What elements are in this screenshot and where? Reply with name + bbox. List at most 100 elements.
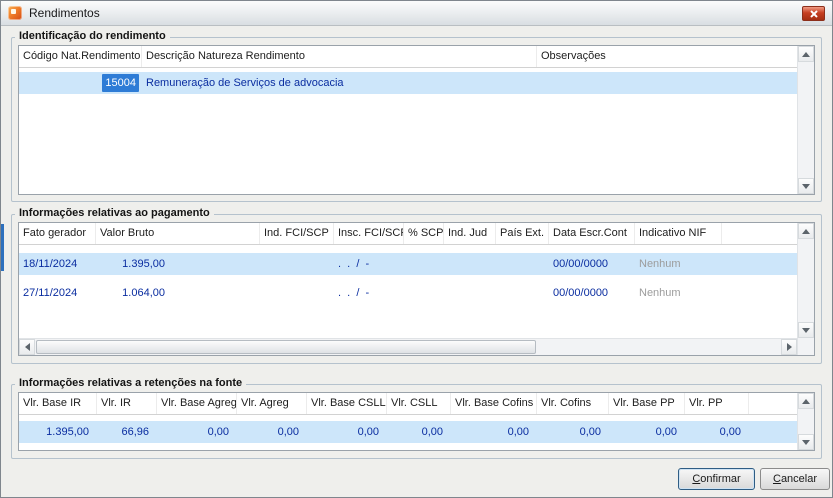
cancel-button[interactable]: Cancelar xyxy=(760,468,830,490)
cell-fato-gerador[interactable]: 27/11/2024 xyxy=(19,282,96,304)
scroll-right-button[interactable] xyxy=(781,339,797,355)
retencoes-grid: Vlr. Base IR Vlr. IR Vlr. Base Agreg Vlr… xyxy=(18,392,815,451)
triangle-right-icon xyxy=(786,343,792,351)
cell-filler xyxy=(722,282,730,304)
cell-vlr-base-csll[interactable]: 0,00 xyxy=(307,421,387,443)
cell-indicativo-nif[interactable]: Nenhum xyxy=(635,282,722,304)
retencoes-row-1[interactable]: 1.395,00 66,96 0,00 0,00 0,00 0,00 0,00 … xyxy=(19,421,814,443)
column-header-vlr-ir[interactable]: Vlr. IR xyxy=(97,393,157,414)
close-button[interactable] xyxy=(802,6,825,21)
cell-vlr-csll[interactable]: 0,00 xyxy=(387,421,451,443)
selected-cell-value[interactable]: 15004 xyxy=(102,74,139,92)
confirm-button-label: Confirmar xyxy=(692,473,741,485)
column-header-vlr-base-pp[interactable]: Vlr. Base PP xyxy=(609,393,685,414)
column-header-vlr-pp[interactable]: Vlr. PP xyxy=(685,393,749,414)
column-header-vlr-agreg[interactable]: Vlr. Agreg xyxy=(237,393,307,414)
identificacao-grid: Código Nat.Rendimento Descrição Natureza… xyxy=(18,45,815,195)
scroll-down-button[interactable] xyxy=(798,434,814,450)
cell-vlr-base-cofins[interactable]: 0,00 xyxy=(451,421,537,443)
pagamento-row-2[interactable]: 27/11/2024 1.064,00 . . / - 00/00/0000 N… xyxy=(19,282,814,304)
titlebar[interactable]: Rendimentos xyxy=(1,1,832,26)
column-header-vlr-base-ir[interactable]: Vlr. Base IR xyxy=(19,393,97,414)
triangle-up-icon xyxy=(802,228,810,234)
confirm-button[interactable]: Confirmar xyxy=(678,468,755,490)
cell-ind-jud[interactable] xyxy=(444,282,496,304)
column-header-fato-gerador[interactable]: Fato gerador xyxy=(19,223,96,244)
cell-ind-fci-scp[interactable] xyxy=(260,282,334,304)
column-header-valor-bruto[interactable]: Valor Bruto xyxy=(96,223,260,244)
scroll-up-button[interactable] xyxy=(798,46,814,62)
horizontal-scrollbar[interactable] xyxy=(19,338,797,355)
app-icon[interactable] xyxy=(8,6,22,20)
cell-pais-ext[interactable] xyxy=(496,253,549,275)
horizontal-scroll-thumb[interactable] xyxy=(36,340,536,354)
cell-pais-ext[interactable] xyxy=(496,282,549,304)
cell-vlr-cofins[interactable]: 0,00 xyxy=(537,421,609,443)
cell-data-escr-cont[interactable]: 00/00/0000 xyxy=(549,282,635,304)
column-header-vlr-base-agreg[interactable]: Vlr. Base Agreg xyxy=(157,393,237,414)
vertical-scrollbar[interactable] xyxy=(797,223,814,338)
pagamento-header-row: Fato gerador Valor Bruto Ind. FCI/SCP In… xyxy=(19,223,814,245)
vertical-scrollbar[interactable] xyxy=(797,393,814,450)
pagamento-row-1[interactable]: 18/11/2024 1.395,00 . . / - 00/00/0000 N… xyxy=(19,253,814,275)
column-header-insc-fci-scp[interactable]: Insc. FCI/SCP xyxy=(334,223,404,244)
cancel-button-label: Cancelar xyxy=(772,473,818,485)
cell-observacoes[interactable] xyxy=(537,72,814,94)
triangle-down-icon xyxy=(802,327,810,333)
column-header-vlr-cofins[interactable]: Vlr. Cofins xyxy=(537,393,609,414)
cell-insc-fci-scp[interactable]: . . / - xyxy=(334,282,404,304)
cell-vlr-ir[interactable]: 66,96 xyxy=(97,421,157,443)
scroll-up-button[interactable] xyxy=(798,393,814,409)
cell-codigo[interactable]: 15004 xyxy=(19,72,142,94)
scroll-left-button[interactable] xyxy=(19,339,35,355)
identificacao-row-1[interactable]: 15004 Remuneração de Serviços de advocac… xyxy=(19,72,814,94)
group-pagamento-title: Informações relativas ao pagamento xyxy=(15,207,214,219)
identificacao-header-row: Código Nat.Rendimento Descrição Natureza… xyxy=(19,46,814,68)
group-retencoes-title: Informações relativas a retenções na fon… xyxy=(15,377,247,389)
cell-ind-jud[interactable] xyxy=(444,253,496,275)
triangle-down-icon xyxy=(802,183,810,189)
cell-valor-bruto[interactable]: 1.395,00 xyxy=(96,253,260,275)
column-header-vlr-base-cofins[interactable]: Vlr. Base Cofins xyxy=(451,393,537,414)
column-header-pais-ext[interactable]: País Ext. xyxy=(496,223,549,244)
rendimentos-dialog: Rendimentos Identificação do rendimento … xyxy=(0,0,833,498)
triangle-up-icon xyxy=(802,398,810,404)
column-header-data-escr-cont[interactable]: Data Escr.Cont xyxy=(549,223,635,244)
triangle-down-icon xyxy=(802,439,810,445)
column-header-vlr-csll[interactable]: Vlr. CSLL xyxy=(387,393,451,414)
window-title: Rendimentos xyxy=(29,6,100,20)
column-header-descricao-natureza-rendimento[interactable]: Descrição Natureza Rendimento xyxy=(142,46,537,67)
cell-fato-gerador[interactable]: 18/11/2024 xyxy=(19,253,96,275)
scroll-down-button[interactable] xyxy=(798,322,814,338)
scroll-up-button[interactable] xyxy=(798,223,814,239)
cell-data-escr-cont[interactable]: 00/00/0000 xyxy=(549,253,635,275)
group-identificacao-title: Identificação do rendimento xyxy=(15,30,170,42)
column-header-vlr-base-csll[interactable]: Vlr. Base CSLL xyxy=(307,393,387,414)
cell-vlr-base-ir[interactable]: 1.395,00 xyxy=(19,421,97,443)
cell-indicativo-nif[interactable]: Nenhum xyxy=(635,253,722,275)
cell-vlr-base-agreg[interactable]: 0,00 xyxy=(157,421,237,443)
column-header-ind-fci-scp[interactable]: Ind. FCI/SCP xyxy=(260,223,334,244)
cell-filler xyxy=(749,421,757,443)
vertical-scrollbar[interactable] xyxy=(797,46,814,194)
cell-vlr-base-pp[interactable]: 0,00 xyxy=(609,421,685,443)
cell-pct-scp[interactable] xyxy=(404,253,444,275)
column-header-codigo-nat-rendimento[interactable]: Código Nat.Rendimento xyxy=(19,46,142,67)
cell-pct-scp[interactable] xyxy=(404,282,444,304)
close-icon xyxy=(803,7,824,20)
column-header-observacoes[interactable]: Observações xyxy=(537,46,814,67)
scroll-down-button[interactable] xyxy=(798,178,814,194)
cell-vlr-agreg[interactable]: 0,00 xyxy=(237,421,307,443)
cell-insc-fci-scp[interactable]: . . / - xyxy=(334,253,404,275)
cell-valor-bruto[interactable]: 1.064,00 xyxy=(96,282,260,304)
cell-vlr-pp[interactable]: 0,00 xyxy=(685,421,749,443)
cell-descricao[interactable]: Remuneração de Serviços de advocacia xyxy=(142,72,537,94)
scrollbar-corner xyxy=(797,338,814,355)
column-header-pct-scp[interactable]: % SCP xyxy=(404,223,444,244)
cell-ind-fci-scp[interactable] xyxy=(260,253,334,275)
triangle-left-icon xyxy=(24,343,30,351)
column-header-ind-jud[interactable]: Ind. Jud xyxy=(444,223,496,244)
cell-filler xyxy=(722,253,730,275)
column-header-indicativo-nif[interactable]: Indicativo NIF xyxy=(635,223,722,244)
background-window-edge xyxy=(1,224,4,271)
